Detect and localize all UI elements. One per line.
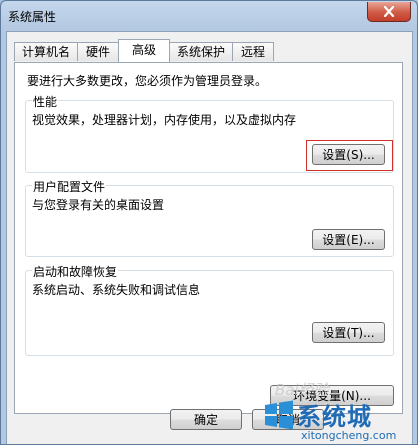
title-bar[interactable]: 系统属性 xyxy=(1,1,417,31)
user-profiles-settings-button[interactable]: 设置(E)... xyxy=(312,229,385,250)
tab-remote[interactable]: 远程 xyxy=(232,42,274,61)
windows-logo-icon xyxy=(265,400,293,430)
performance-settings-button[interactable]: 设置(S)... xyxy=(312,144,385,165)
close-icon xyxy=(383,6,395,17)
performance-group: 性能 视觉效果，处理器计划，内存使用，以及虚拟内存 设置(S)... xyxy=(25,93,394,173)
user-profiles-group: 用户配置文件 与您登录有关的桌面设置 设置(E)... xyxy=(25,178,394,257)
user-profiles-description: 与您登录有关的桌面设置 xyxy=(32,198,165,212)
dialog-client-area: 计算机名 硬件 高级 系统保护 远程 要进行大多数更改，您必须作为管理员登录。 … xyxy=(6,31,413,444)
user-profiles-title: 用户配置文件 xyxy=(32,178,107,195)
watermark-brand: 系统城 xyxy=(297,403,372,431)
performance-description: 视觉效果，处理器计划，内存使用，以及虚拟内存 xyxy=(32,113,297,127)
startup-recovery-title: 启动和故障恢复 xyxy=(32,263,119,280)
startup-recovery-settings-button[interactable]: 设置(T)... xyxy=(312,322,385,343)
admin-notice: 要进行大多数更改，您必须作为管理员登录。 xyxy=(27,74,268,88)
startup-recovery-group: 启动和故障恢复 系统启动、系统失败和调试信息 设置(T)... xyxy=(25,263,394,356)
startup-recovery-description: 系统启动、系统失败和调试信息 xyxy=(32,283,201,297)
watermark-url: xitongcheng.com xyxy=(301,429,397,442)
watermark: Bai经验 系统城 xitongcheng.com xyxy=(259,381,417,444)
tab-advanced[interactable]: 高级 xyxy=(118,39,170,62)
system-properties-window: 系统属性 计算机名 硬件 高级 系统保护 远程 要进行大多数更改，您必须作为管理… xyxy=(0,0,418,445)
tab-computer-name[interactable]: 计算机名 xyxy=(14,42,78,61)
ok-button[interactable]: 确定 xyxy=(170,409,242,430)
tab-system-protection[interactable]: 系统保护 xyxy=(169,42,233,61)
tab-hardware[interactable]: 硬件 xyxy=(77,42,119,61)
advanced-tab-panel: 要进行大多数更改，您必须作为管理员登录。 性能 视觉效果，处理器计划，内存使用，… xyxy=(14,62,403,414)
performance-title: 性能 xyxy=(32,93,59,110)
window-title: 系统属性 xyxy=(8,10,57,24)
close-button[interactable] xyxy=(367,2,411,22)
